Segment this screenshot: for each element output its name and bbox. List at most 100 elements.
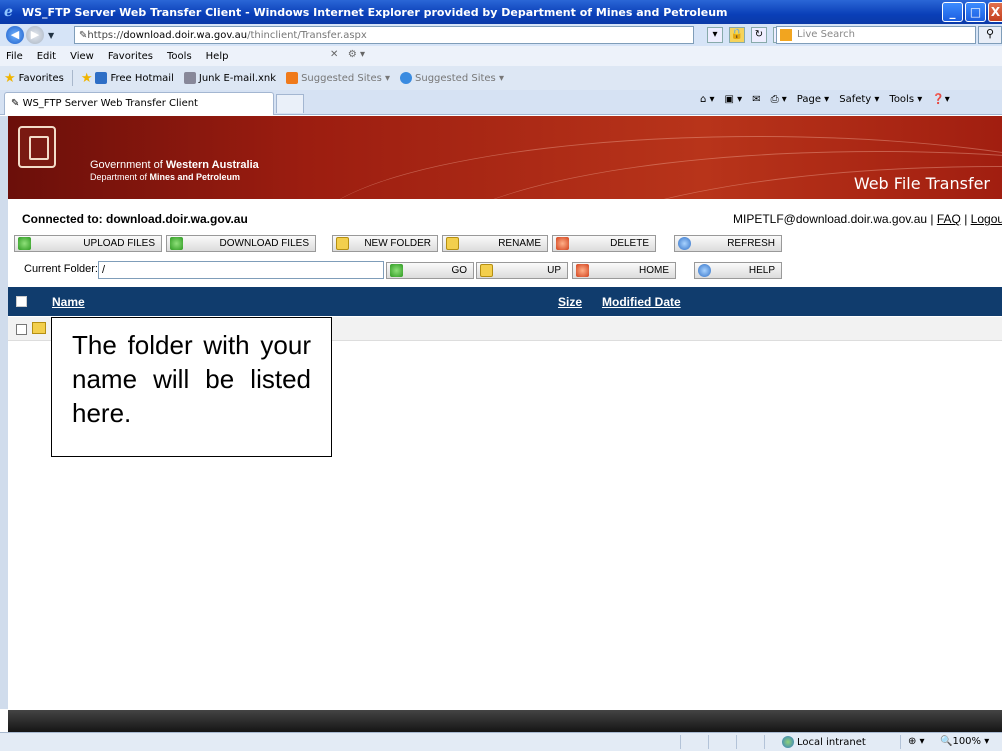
help-label: HELP xyxy=(748,265,775,276)
back-button[interactable]: ◀ xyxy=(6,26,24,44)
intranet-icon xyxy=(782,736,794,748)
tab-bar: ✎ WS_FTP Server Web Transfer Client ⌂ ▾ … xyxy=(0,90,1002,115)
column-size[interactable]: Size xyxy=(558,295,582,309)
fav-suggested-sites-2[interactable]: Suggested Sites ▾ xyxy=(400,72,504,84)
refresh-icon[interactable]: ↻ xyxy=(751,27,767,43)
address-bar: ◀ ▶ ▼ ✎ https:// download.doir.wa.gov.au… xyxy=(0,24,1002,46)
ie-logo-icon: ℯ xyxy=(4,4,13,20)
refresh-button[interactable]: REFRESH xyxy=(674,235,782,252)
help-icon xyxy=(698,264,711,277)
zone-label: Local intranet xyxy=(797,736,866,748)
tab-ws-ftp[interactable]: ✎ WS_FTP Server Web Transfer Client xyxy=(4,92,274,115)
feeds-icon[interactable]: ▣ ▾ xyxy=(725,94,743,105)
divider xyxy=(736,735,737,749)
upload-label: UPLOAD FILES xyxy=(83,238,155,249)
upload-files-button[interactable]: UPLOAD FILES xyxy=(14,235,162,252)
forward-button[interactable]: ▶ xyxy=(26,26,44,44)
window-title-bar: ℯ WS_FTP Server Web Transfer Client - Wi… xyxy=(0,0,1002,24)
document-icon xyxy=(183,72,196,84)
home-icon[interactable]: ⌂ ▾ xyxy=(700,94,715,105)
lock-icon[interactable]: 🔒 xyxy=(729,27,745,43)
rename-label: RENAME xyxy=(498,238,541,249)
protected-mode-icon[interactable]: ⊕ ▾ xyxy=(908,736,925,747)
divider xyxy=(900,735,901,749)
fav-free-hotmail[interactable]: Free Hotmail xyxy=(95,72,174,84)
fav-label: Suggested Sites ▾ xyxy=(301,72,391,84)
tools-menu[interactable]: Tools ▾ xyxy=(889,94,922,105)
minimize-button[interactable]: _ xyxy=(942,2,963,22)
status-bar: Local intranet ⊕ ▾ 🔍100% ▾ xyxy=(0,732,1002,751)
fav-junk-email[interactable]: Junk E-mail.xnk xyxy=(183,72,276,84)
file-list-header: Name Size Modified Date xyxy=(8,287,1002,316)
up-label: UP xyxy=(547,265,561,276)
tab-label: WS_FTP Server Web Transfer Client xyxy=(22,98,198,109)
search-input[interactable]: Live Search xyxy=(776,26,976,44)
go-button[interactable]: GO xyxy=(386,262,474,279)
url-field[interactable]: ✎ https:// download.doir.wa.gov.au /thin… xyxy=(74,26,694,44)
url-dropdown-icon[interactable]: ▾ xyxy=(707,27,723,43)
ie-page-icon xyxy=(95,72,108,84)
new-folder-label: NEW FOLDER xyxy=(364,238,431,249)
fav-suggested-sites-1[interactable]: Suggested Sites ▾ xyxy=(286,72,390,84)
menu-favorites[interactable]: Favorites xyxy=(108,51,153,62)
search-button[interactable]: ⚲ xyxy=(978,26,1002,44)
delete-icon xyxy=(556,237,569,250)
row-checkbox[interactable] xyxy=(16,324,27,335)
faq-link[interactable]: FAQ xyxy=(937,212,961,226)
folder-icon xyxy=(32,322,46,334)
menu-bar: File Edit View Favorites Tools Help ✕ ⚙ … xyxy=(0,46,1002,66)
home-icon xyxy=(576,264,589,277)
logout-link[interactable]: Logout xyxy=(971,212,1002,226)
toolbar-extras-icon[interactable]: ✕ ⚙ ▾ xyxy=(330,49,365,60)
zoom-level[interactable]: 🔍100% ▾ xyxy=(940,736,989,747)
new-folder-button[interactable]: NEW FOLDER xyxy=(332,235,438,252)
window-controls: _ □ X xyxy=(942,2,1002,22)
add-favorite-icon[interactable]: ★ xyxy=(81,71,93,86)
org-line-2: Department of Mines and Petroleum xyxy=(90,172,241,182)
maximize-button[interactable]: □ xyxy=(965,2,986,22)
select-all-checkbox[interactable] xyxy=(16,296,27,307)
rename-button[interactable]: RENAME xyxy=(442,235,548,252)
site-banner: Government of Western Australia Departme… xyxy=(8,116,1002,199)
close-button[interactable]: X xyxy=(988,2,1002,22)
menu-edit[interactable]: Edit xyxy=(37,51,56,62)
column-name[interactable]: Name xyxy=(52,295,85,309)
divider xyxy=(764,735,765,749)
page-menu[interactable]: Page ▾ xyxy=(797,94,829,105)
column-modified-date[interactable]: Modified Date xyxy=(602,295,681,309)
mail-icon[interactable]: ✉ xyxy=(752,94,760,105)
divider xyxy=(71,70,73,86)
download-files-button[interactable]: DOWNLOAD FILES xyxy=(166,235,316,252)
page-icon: ✎ xyxy=(11,98,23,109)
home-button[interactable]: HOME xyxy=(572,262,676,279)
new-tab-button[interactable] xyxy=(276,94,304,113)
delete-button[interactable]: DELETE xyxy=(552,235,656,252)
up-button[interactable]: UP xyxy=(476,262,568,279)
divider xyxy=(708,735,709,749)
delete-label: DELETE xyxy=(610,238,649,249)
suggested-sites-icon xyxy=(286,72,299,84)
favorites-button[interactable]: Favorites xyxy=(19,73,64,84)
account-links: MIPETLF@download.doir.wa.gov.au | FAQ | … xyxy=(733,212,1002,226)
print-icon[interactable]: ⎙ ▾ xyxy=(771,94,787,105)
instruction-callout: The folder with your name will be listed… xyxy=(51,317,332,457)
new-folder-icon xyxy=(336,237,349,250)
divider xyxy=(680,735,681,749)
menu-tools[interactable]: Tools xyxy=(167,51,192,62)
favorites-star-icon[interactable]: ★ xyxy=(4,71,16,86)
menu-file[interactable]: File xyxy=(6,51,23,62)
window-title: WS_FTP Server Web Transfer Client - Wind… xyxy=(22,5,728,19)
connection-status: Connected to: download.doir.wa.gov.au xyxy=(22,212,248,226)
page-icon: ✎ xyxy=(79,29,88,41)
current-folder-label: Current Folder: xyxy=(24,263,98,275)
safety-menu[interactable]: Safety ▾ xyxy=(839,94,879,105)
history-dropdown-icon[interactable]: ▼ xyxy=(48,31,54,40)
ie-logo-icon xyxy=(400,72,413,84)
menu-help[interactable]: Help xyxy=(206,51,229,62)
menu-view[interactable]: View xyxy=(70,51,94,62)
help-icon[interactable]: ❓▾ xyxy=(932,94,949,105)
url-path: /thinclient/Transfer.aspx xyxy=(247,29,367,41)
current-folder-input[interactable]: / xyxy=(98,261,384,279)
security-zone[interactable]: Local intranet xyxy=(782,736,866,748)
help-button[interactable]: HELP xyxy=(694,262,782,279)
